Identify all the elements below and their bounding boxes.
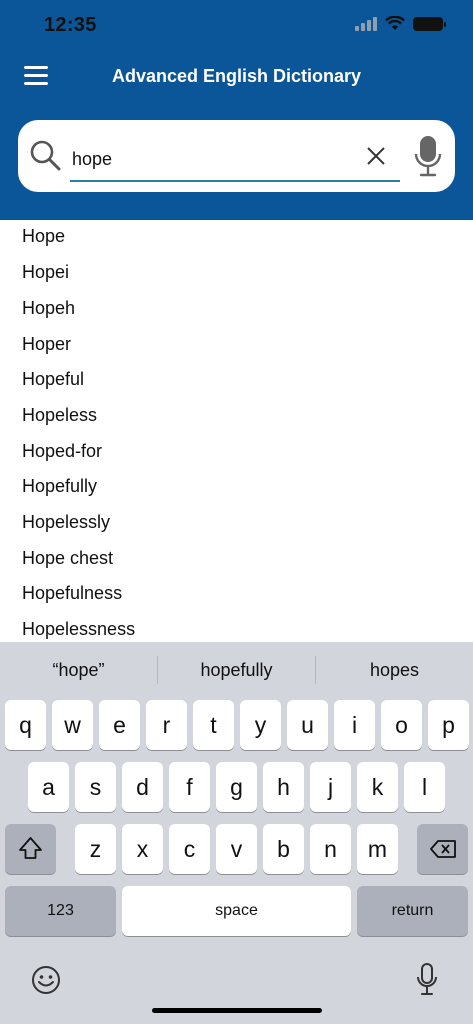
key-b[interactable]: b	[263, 824, 304, 874]
keyboard: “hope” hopefully hopes q w e r t y u i o…	[0, 642, 473, 1024]
key-o[interactable]: o	[381, 700, 422, 750]
status-icons	[355, 16, 446, 31]
key-l[interactable]: l	[404, 762, 445, 812]
key-g[interactable]: g	[216, 762, 257, 812]
result-item[interactable]: Hopelessly	[22, 508, 110, 536]
key-s[interactable]: s	[75, 762, 116, 812]
key-i[interactable]: i	[334, 700, 375, 750]
key-d[interactable]: d	[122, 762, 163, 812]
suggestion-item[interactable]: “hope”	[0, 656, 157, 684]
wifi-icon	[385, 16, 405, 30]
cellular-signal-icon	[355, 16, 377, 31]
key-v[interactable]: v	[216, 824, 257, 874]
result-item[interactable]: Hope	[22, 222, 65, 250]
suggestion-item[interactable]: hopefully	[158, 656, 315, 684]
microphone-icon[interactable]	[413, 134, 443, 178]
search-icon	[30, 140, 61, 171]
status-bar: 12:35	[0, 0, 473, 54]
battery-icon	[413, 16, 446, 31]
dictation-icon[interactable]	[414, 962, 440, 998]
home-indicator	[152, 1008, 322, 1013]
key-f[interactable]: f	[169, 762, 210, 812]
suggestion-item[interactable]: hopes	[316, 656, 473, 684]
result-item[interactable]: Hopei	[22, 258, 69, 286]
result-item[interactable]: Hopefulness	[22, 579, 122, 607]
key-c[interactable]: c	[169, 824, 210, 874]
key-t[interactable]: t	[193, 700, 234, 750]
key-u[interactable]: u	[287, 700, 328, 750]
emoji-icon[interactable]	[30, 964, 62, 996]
shift-icon	[19, 837, 42, 859]
result-item[interactable]: Hopeh	[22, 294, 75, 322]
search-input[interactable]	[70, 138, 400, 182]
result-item[interactable]: Hoper	[22, 330, 71, 358]
space-key[interactable]: space	[122, 886, 351, 936]
app-title: Advanced English Dictionary	[111, 66, 362, 86]
search-box	[18, 120, 455, 192]
result-item[interactable]: Hopelessness	[22, 615, 135, 642]
key-h[interactable]: h	[263, 762, 304, 812]
shift-key[interactable]	[5, 824, 56, 874]
key-n[interactable]: n	[310, 824, 351, 874]
backspace-icon	[430, 840, 456, 858]
key-q[interactable]: q	[5, 700, 46, 750]
numbers-key[interactable]: 123	[5, 886, 116, 936]
key-r[interactable]: r	[146, 700, 187, 750]
results-list: Hope Hopei Hopeh Hoper Hopeful Hopeless …	[0, 220, 473, 642]
result-item[interactable]: Hope chest	[22, 544, 113, 572]
result-item[interactable]: Hopefully	[22, 472, 97, 500]
status-time: 12:35	[44, 14, 97, 36]
key-p[interactable]: p	[428, 700, 469, 750]
key-k[interactable]: k	[357, 762, 398, 812]
app-header: 12:35 Advanced English Dictionary	[0, 0, 473, 220]
key-y[interactable]: y	[240, 700, 281, 750]
result-item[interactable]: Hopeless	[22, 401, 97, 429]
clear-icon[interactable]	[364, 144, 388, 168]
key-w[interactable]: w	[52, 700, 93, 750]
key-z[interactable]: z	[75, 824, 116, 874]
key-m[interactable]: m	[357, 824, 398, 874]
suggestion-bar: “hope” hopefully hopes	[0, 642, 473, 698]
result-item[interactable]: Hopeful	[22, 365, 84, 393]
return-key[interactable]: return	[357, 886, 468, 936]
key-j[interactable]: j	[310, 762, 351, 812]
result-item[interactable]: Hoped-for	[22, 437, 102, 465]
key-e[interactable]: e	[99, 700, 140, 750]
key-a[interactable]: a	[28, 762, 69, 812]
key-x[interactable]: x	[122, 824, 163, 874]
backspace-key[interactable]	[417, 824, 468, 874]
